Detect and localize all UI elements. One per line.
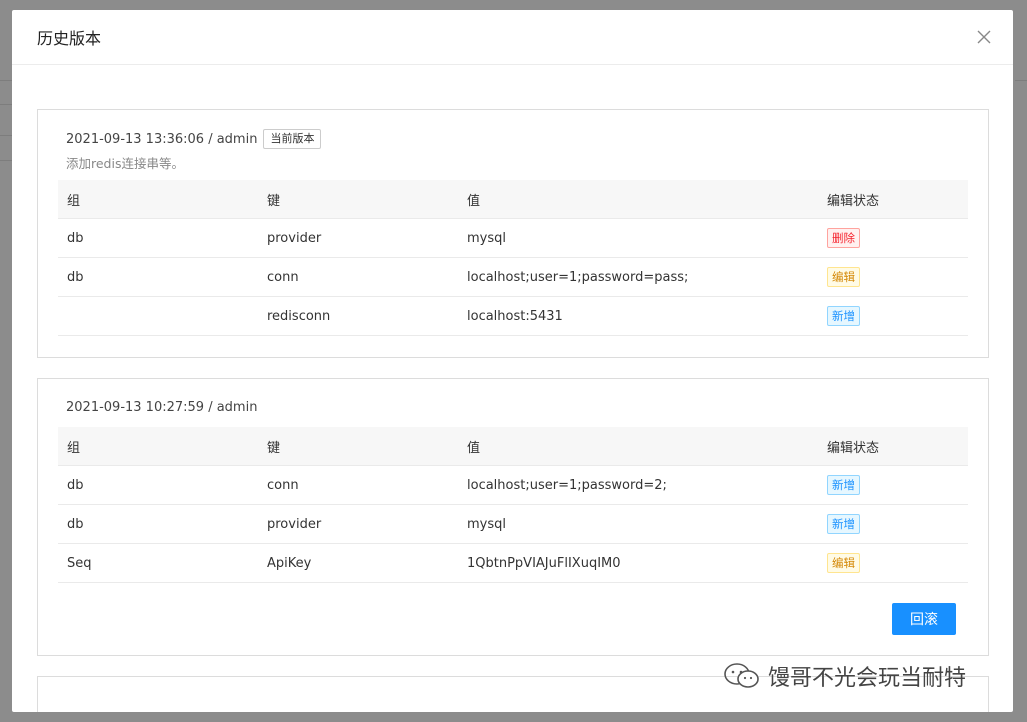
status-badge: 新增 (827, 475, 860, 495)
version-card: 2021-09-13 10:27:59 / admin 组 键 值 编辑状态 d… (37, 378, 989, 656)
cell-value: 1QbtnPpVIAJuFlIXuqIM0 (467, 555, 621, 571)
table-row: db provider mysql 删除 (58, 219, 968, 258)
table-header: 组 键 值 编辑状态 (58, 180, 968, 219)
close-icon[interactable] (975, 28, 993, 46)
background-divider (0, 160, 12, 161)
current-version-tag: 当前版本 (263, 129, 322, 149)
column-header-status: 编辑状态 (827, 440, 880, 456)
table-row: db conn localhost;user=1;password=2; 新增 (58, 466, 968, 505)
column-header-value: 值 (467, 440, 481, 456)
cell-value: localhost:5431 (467, 308, 563, 324)
cell-group: Seq (67, 555, 92, 571)
version-changes-table: 组 键 值 编辑状态 db conn localhost;user=1;pass… (58, 427, 968, 583)
cell-value: mysql (467, 516, 506, 532)
column-header-key: 键 (267, 440, 281, 456)
wechat-icon (724, 663, 759, 688)
version-meta: 2021-09-13 10:27:59 / admin (66, 400, 257, 415)
version-changes-table: 组 键 值 编辑状态 db provider mysql 删除 db conn … (58, 180, 968, 336)
cell-value: mysql (467, 230, 506, 246)
cell-value: localhost;user=1;password=pass; (467, 269, 689, 285)
status-badge: 编辑 (827, 267, 860, 287)
background-divider (1015, 80, 1027, 81)
column-header-group: 组 (67, 193, 81, 209)
dialog-body[interactable]: 2021-09-13 13:36:06 / admin 当前版本 添加redis… (12, 66, 1013, 712)
cell-key: conn (267, 477, 299, 493)
cell-key: provider (267, 230, 322, 246)
table-header: 组 键 值 编辑状态 (58, 427, 968, 466)
rollback-button[interactable]: 回滚 (892, 603, 956, 635)
dialog-header: 历史版本 (12, 10, 1013, 65)
table-row: Seq ApiKey 1QbtnPpVIAJuFlIXuqIM0 编辑 (58, 544, 968, 583)
column-header-group: 组 (67, 440, 81, 456)
history-versions-dialog: 历史版本 2021-09-13 13:36:06 / admin 当前版本 添加… (12, 10, 1013, 712)
column-header-status: 编辑状态 (827, 193, 880, 209)
table-row: db provider mysql 新增 (58, 505, 968, 544)
version-timestamp-author: 2021-09-13 10:27:59 / admin (66, 400, 258, 415)
status-badge: 编辑 (827, 553, 860, 573)
column-header-value: 值 (467, 193, 481, 209)
version-timestamp-author: 2021-09-13 13:36:06 / admin (66, 131, 258, 147)
cell-group: db (67, 516, 84, 532)
dialog-title: 历史版本 (37, 29, 102, 48)
column-header-key: 键 (267, 193, 281, 209)
cell-group: db (67, 230, 84, 246)
version-remark: 添加redis连接串等。 (66, 156, 184, 171)
status-badge: 删除 (827, 228, 860, 248)
background-divider (0, 104, 12, 105)
watermark-text: 馒哥不光会玩当耐特 (768, 666, 967, 691)
version-card: 2021-09-13 13:36:06 / admin 当前版本 添加redis… (37, 109, 989, 358)
cell-value: localhost;user=1;password=2; (467, 477, 667, 493)
cell-group: db (67, 477, 84, 493)
cell-key: provider (267, 516, 322, 532)
version-meta: 2021-09-13 13:36:06 / admin 当前版本 (66, 129, 322, 149)
background-divider (0, 135, 12, 136)
table-row: db conn localhost;user=1;password=pass; … (58, 258, 968, 297)
cell-key: ApiKey (267, 555, 312, 571)
cell-key: redisconn (267, 308, 331, 324)
close-icon-glyph (977, 30, 991, 44)
cell-key: conn (267, 269, 299, 285)
status-badge: 新增 (827, 306, 860, 326)
status-badge: 新增 (827, 514, 860, 534)
cell-group: db (67, 269, 84, 285)
watermark: 馒哥不光会玩当耐特 (722, 660, 966, 692)
table-row: redisconn localhost:5431 新增 (58, 297, 968, 336)
background-divider (0, 80, 12, 81)
